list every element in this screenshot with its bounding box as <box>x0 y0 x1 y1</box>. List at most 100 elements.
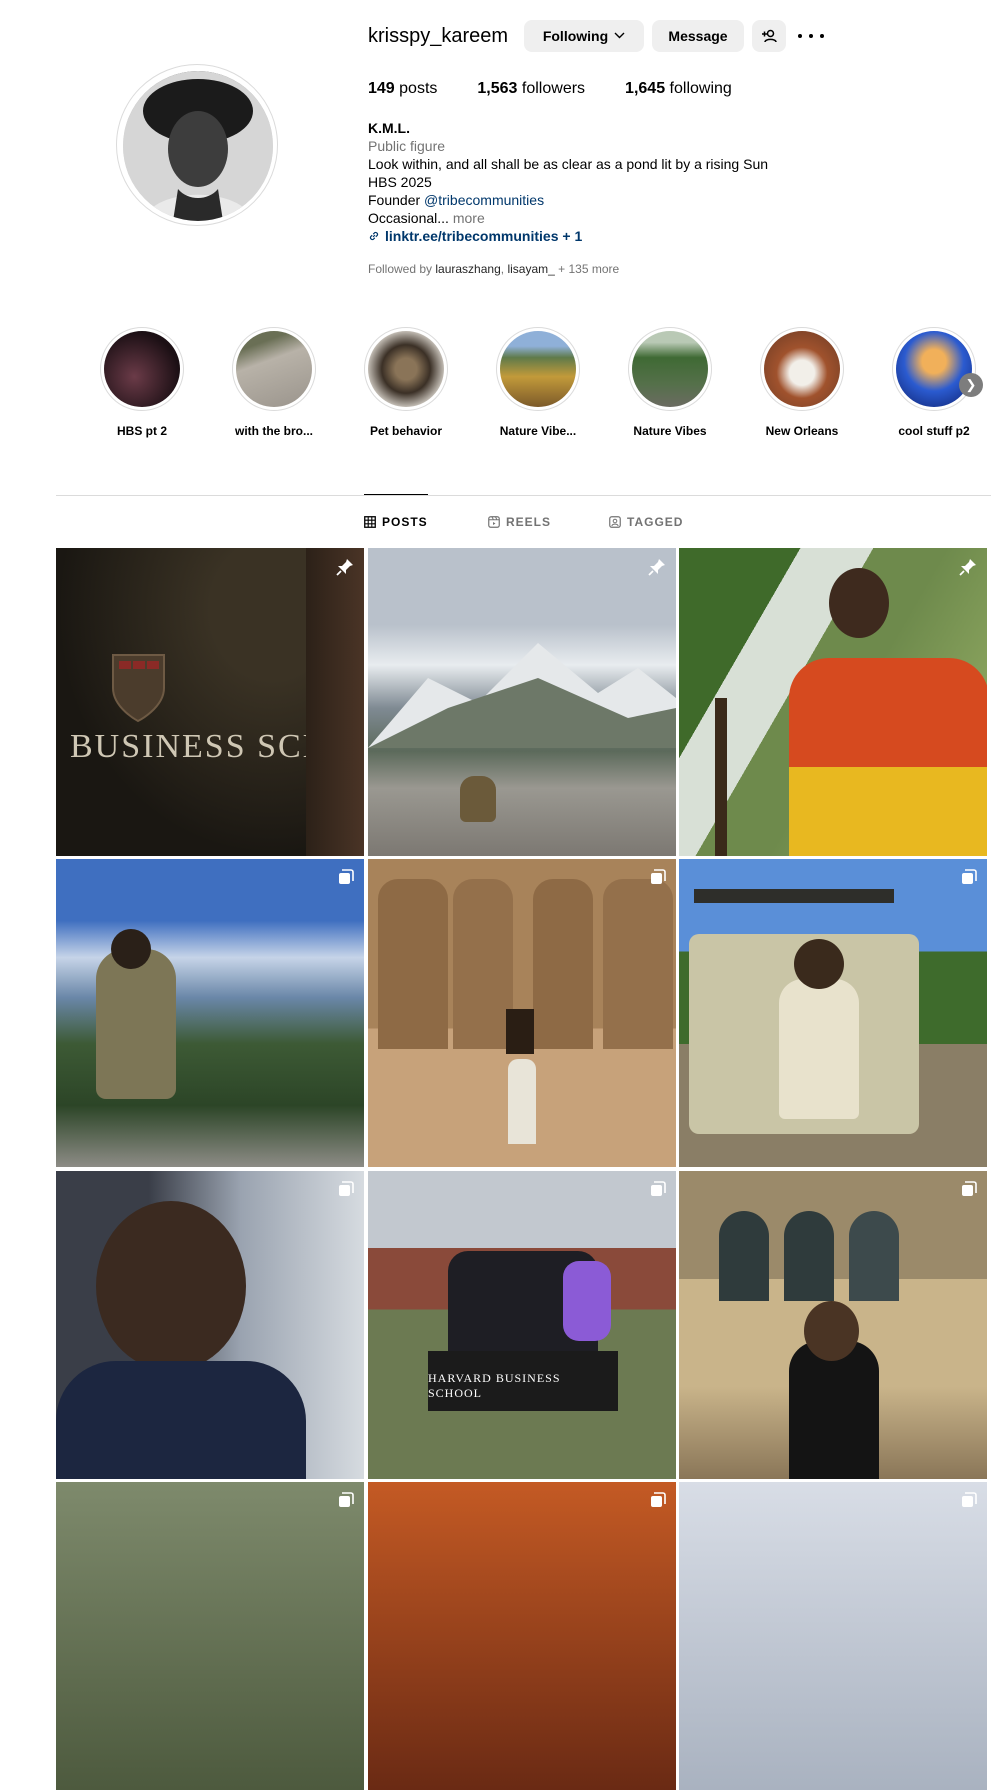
post-tile[interactable]: HARVARD BUSINESS SCHOOL <box>368 1171 676 1479</box>
highlight-thumb <box>236 331 312 407</box>
post-statue <box>453 879 513 1049</box>
post-sign-text: BUSINESS SCH <box>70 728 330 765</box>
bio-more-button[interactable]: more <box>453 210 485 226</box>
carousel-icon <box>339 1181 354 1196</box>
highlights-next-icon[interactable]: ❯ <box>959 373 983 397</box>
profile-category: Public figure <box>368 138 446 154</box>
tab-reels[interactable]: REELS <box>488 515 551 529</box>
highlight-item[interactable]: Nature Vibe... <box>488 327 588 438</box>
post-tile[interactable] <box>679 859 987 1167</box>
avatar[interactable] <box>123 71 273 221</box>
profile-display-name: K.M.L. <box>368 120 410 136</box>
post-person-head <box>804 1301 859 1361</box>
tab-tagged[interactable]: TAGGED <box>609 515 683 529</box>
following-button-label: Following <box>542 28 609 44</box>
post-sign: HARVARD BUSINESS SCHOOL <box>428 1351 618 1411</box>
add-user-icon <box>762 29 777 43</box>
profile-bio: K.M.L. Public figure Look within, and al… <box>368 119 828 245</box>
tab-posts[interactable]: POSTS <box>364 515 428 529</box>
post-tile[interactable] <box>368 1482 676 1790</box>
post-statue <box>603 879 673 1049</box>
highlight-item[interactable]: New Orleans <box>752 327 852 438</box>
highlight-item[interactable]: Pet behavior <box>356 327 456 438</box>
post-person <box>779 979 859 1119</box>
highlight-item[interactable]: with the bro... <box>224 327 324 438</box>
external-link[interactable]: linktr.ee/tribecommunities + 1 <box>368 227 828 245</box>
following-button[interactable]: Following <box>524 20 644 52</box>
post-tile[interactable] <box>679 1482 987 1790</box>
profile-username: krisspy_kareem <box>368 25 509 47</box>
bio-founder-line: Founder @tribecommunities <box>368 192 545 208</box>
post-doorway <box>506 1009 534 1054</box>
post-tile[interactable] <box>368 548 676 856</box>
post-person-tux <box>789 1341 879 1479</box>
pin-icon <box>648 559 665 576</box>
post-tile[interactable] <box>679 1171 987 1479</box>
highlight-thumb <box>500 331 576 407</box>
post-window <box>784 1211 834 1301</box>
post-robe <box>789 658 987 856</box>
following-link[interactable]: 1,645 following <box>625 80 732 98</box>
pin-icon <box>336 559 353 576</box>
highlight-thumb <box>764 331 840 407</box>
post-window <box>849 1211 899 1301</box>
post-window <box>719 1211 769 1301</box>
highlight-thumb <box>896 331 972 407</box>
post-person-head <box>111 929 151 969</box>
carousel-icon <box>339 869 354 884</box>
post-staff <box>715 698 727 856</box>
suggest-users-button[interactable] <box>752 20 786 52</box>
carousel-icon <box>962 1492 977 1507</box>
tribecommunities-link[interactable]: @tribecommunities <box>424 192 544 208</box>
post-person <box>460 776 496 822</box>
pin-icon <box>959 559 976 576</box>
post-tile[interactable] <box>56 859 364 1167</box>
post-tile[interactable] <box>368 859 676 1167</box>
tabs-divider <box>56 495 991 496</box>
post-sign-text: HARVARD BUSINESS SCHOOL <box>428 1371 561 1400</box>
post-statue <box>533 879 593 1049</box>
highlight-item[interactable]: HBS pt 2 <box>92 327 192 438</box>
profile-stats: 149 posts 1,563 followers 1,645 followin… <box>368 80 772 98</box>
highlight-item[interactable]: Nature Vibes <box>620 327 720 438</box>
post-person-head <box>96 1201 246 1371</box>
more-options-icon[interactable] <box>798 26 824 46</box>
bio-line: Occasional... more <box>368 210 485 226</box>
post-person <box>563 1261 611 1341</box>
link-icon <box>369 231 379 241</box>
carousel-icon <box>651 869 666 884</box>
bio-line: HBS 2025 <box>368 174 432 190</box>
post-tile[interactable]: BUSINESS SCH <box>56 548 364 856</box>
post-person-head <box>794 939 844 989</box>
post-tile[interactable] <box>679 548 987 856</box>
post-tile[interactable] <box>56 1171 364 1479</box>
followed-by[interactable]: Followed by lauraszhang, lisayam_ + 135 … <box>368 262 619 276</box>
post-statue <box>378 879 448 1049</box>
bio-line: Look within, and all shall be as clear a… <box>368 156 769 172</box>
post-person <box>306 548 364 856</box>
reels-icon <box>488 516 500 528</box>
post-person-suit <box>56 1361 306 1479</box>
shield-icon <box>112 654 165 723</box>
chevron-down-icon <box>614 30 625 42</box>
carousel-icon <box>651 1181 666 1196</box>
highlight-thumb <box>632 331 708 407</box>
highlight-thumb <box>104 331 180 407</box>
tagged-icon <box>609 516 621 528</box>
active-tab-indicator <box>364 494 428 495</box>
post-person <box>508 1059 536 1144</box>
posts-count: 149 posts <box>368 80 438 97</box>
post-person-head <box>829 568 889 638</box>
post-tile[interactable] <box>56 1482 364 1790</box>
post-jeep-roof <box>694 889 894 903</box>
post-person <box>96 949 176 1099</box>
carousel-icon <box>962 1181 977 1196</box>
carousel-icon <box>962 869 977 884</box>
highlight-thumb <box>368 331 444 407</box>
message-button-label: Message <box>668 28 728 44</box>
carousel-icon <box>339 1492 354 1507</box>
post-mountain <box>368 643 676 748</box>
carousel-icon <box>651 1492 666 1507</box>
followers-link[interactable]: 1,563 followers <box>477 80 585 98</box>
message-button[interactable]: Message <box>652 20 744 52</box>
